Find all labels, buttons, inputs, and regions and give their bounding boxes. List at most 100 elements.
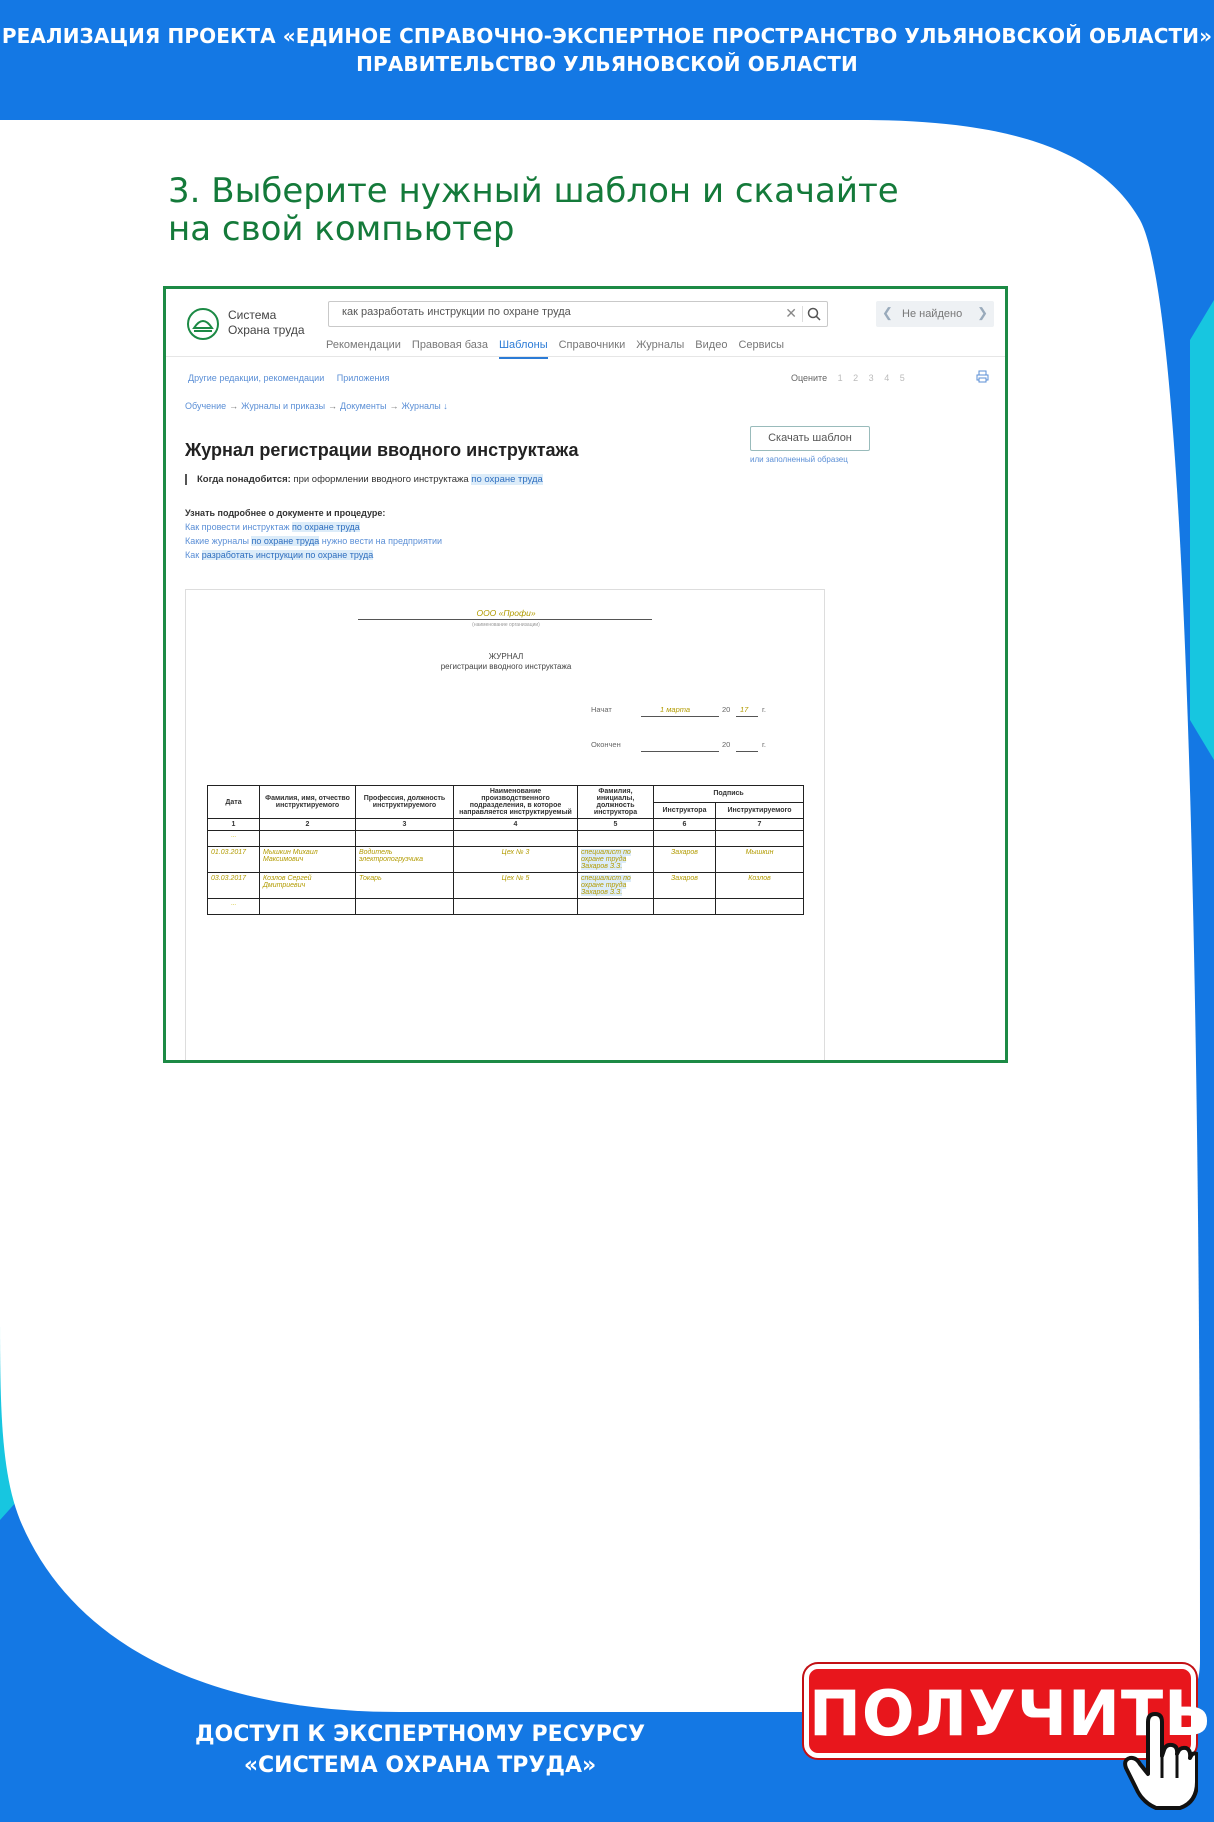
started-year-line	[736, 716, 758, 717]
rating-mark[interactable]: 4	[884, 373, 889, 383]
app-logo-line: Охрана труда	[228, 323, 305, 337]
ellipsis-cell: ...	[207, 898, 260, 915]
sub-nav-link-attachments[interactable]: Приложения	[337, 373, 390, 383]
table-cell: Цех № 5	[453, 872, 578, 899]
breadcrumb-separator: →	[328, 401, 338, 411]
nav-tab[interactable]: Правовая база	[412, 339, 488, 357]
breadcrumb-item[interactable]: Журналы ↓	[401, 401, 447, 411]
rating-mark[interactable]: 2	[853, 373, 858, 383]
table-cell: Козлов Сергей Дмитриевич	[259, 872, 356, 899]
footer-title: ДОСТУП К ЭКСПЕРТНОМУ РЕСУРСУ	[194, 1722, 646, 1747]
rating-mark[interactable]: 1	[838, 373, 843, 383]
document-preview: ООО «Профи» (наименование организации) Ж…	[185, 589, 826, 1060]
learn-more-link[interactable]: Как провести инструктаж по охране труда	[185, 520, 442, 534]
table-cell: специалист по охране труда Захаров З.З.	[577, 872, 654, 899]
column-number: 2	[259, 818, 356, 831]
org-name: ООО «Профи»	[476, 608, 536, 618]
table-cell: 03.03.2017	[207, 872, 260, 899]
download-template-button[interactable]: Скачать шаблон	[750, 426, 870, 451]
nav-tab[interactable]: Справочники	[559, 339, 626, 357]
started-year-prefix: 20	[722, 705, 731, 714]
search-box[interactable]: ✕	[328, 301, 828, 327]
journal-title-sub: регистрации вводного инструктажа	[440, 662, 572, 671]
nav-tab[interactable]: Видео	[695, 339, 727, 357]
when-needed-highlight: по охране труда	[471, 474, 543, 485]
breadcrumb-item[interactable]: Документы	[340, 401, 386, 411]
started-year-suffix: г.	[762, 705, 766, 714]
rating-mark[interactable]: 5	[900, 373, 905, 383]
table-cell: Мышкин	[714, 846, 805, 873]
org-underline	[358, 619, 652, 620]
breadcrumb-separator: →	[229, 401, 239, 411]
not-found-navigator: ❮ Не найдено ❯	[876, 301, 994, 327]
learn-more-link[interactable]: Какие журналы по охране труда нужно вест…	[185, 534, 442, 548]
document-title: Журнал регистрации вводного инструктажа	[185, 440, 579, 460]
rating-label: Оцените	[791, 373, 828, 383]
ellipsis-cell: ...	[207, 830, 260, 847]
table-cell: Водитель электропогрузчика	[355, 846, 454, 873]
footer-subtitle: «СИСТЕМА ОХРАНА ТРУДА»	[243, 1753, 597, 1778]
breadcrumb-item[interactable]: Обучение	[185, 401, 226, 411]
clear-search-icon[interactable]: ✕	[785, 305, 797, 322]
column-number: 5	[577, 818, 654, 831]
started-date: 1 марта	[660, 705, 691, 714]
rating-mark[interactable]: 3	[869, 373, 874, 383]
table-cell: Захаров	[653, 872, 716, 899]
sub-nav-link-editions[interactable]: Другие редакции, рекомендации	[188, 373, 324, 383]
journal-title-main: ЖУРНАЛ	[488, 652, 524, 661]
table-subheader: Инструктора	[653, 801, 716, 819]
table-row: 03.03.2017 Козлов Сергей Дмитриевич Токарь…	[207, 872, 805, 899]
chevron-right-icon[interactable]: ❯	[977, 305, 988, 321]
finished-year-line	[736, 751, 758, 752]
when-needed-text: при оформлении вводного инструктажа	[293, 474, 469, 485]
column-number: 4	[453, 818, 578, 831]
journal-title: ЖУРНАЛ регистрации вводного инструктажа	[186, 652, 826, 672]
when-needed-note: Когда понадобится: при оформлении вводно…	[185, 474, 543, 485]
not-found-label: Не найдено	[902, 308, 963, 320]
nav-tab[interactable]: Журналы	[636, 339, 684, 357]
app-screenshot: Система Охрана труда ✕ ❮ Не найдено ❯ Ре…	[163, 286, 1008, 1063]
journal-table: Дата Фамилия, имя, отчество инструктируе…	[207, 785, 805, 915]
learn-more-section: Узнать подробнее о документе и процедуре…	[185, 506, 442, 562]
print-icon[interactable]	[976, 370, 989, 383]
table-subheader: Инструктируемого	[714, 801, 805, 819]
table-cell: Токарь	[355, 872, 454, 899]
column-number: 6	[653, 818, 716, 831]
table-cell: Козлов	[714, 872, 805, 899]
nav-divider	[166, 356, 1005, 357]
table-header: Наименование производственного подраздел…	[453, 785, 578, 819]
nav-tab[interactable]: Рекомендации	[326, 339, 401, 357]
started-label: Начат	[591, 705, 612, 714]
table-cell: Мышкин Михаил Максимович	[259, 846, 356, 873]
table-header: Подпись	[652, 785, 805, 803]
rating-widget: Оцените 1 2 3 4 5	[791, 373, 905, 383]
banner-subtitle: ПРАВИТЕЛЬСТВО УЛЬЯНОВСКОЙ ОБЛАСТИ	[356, 52, 858, 76]
breadcrumb-separator: →	[389, 401, 399, 411]
started-date-line	[641, 716, 719, 717]
finished-label: Окончен	[591, 740, 621, 749]
nav-tab[interactable]: Сервисы	[738, 339, 784, 357]
table-header: Дата	[207, 785, 260, 819]
when-needed-label: Когда понадобится:	[197, 474, 291, 485]
finished-year-prefix: 20	[722, 740, 731, 749]
table-header: Фамилия, инициалы, должность инструктора	[577, 785, 654, 819]
search-divider	[802, 306, 803, 322]
search-input[interactable]	[342, 306, 742, 318]
banner-title: РЕАЛИЗАЦИЯ ПРОЕКТА «ЕДИНОЕ СПРАВОЧНО-ЭКС…	[1, 24, 1213, 48]
app-logo-icon	[187, 308, 219, 340]
table-cell: специалист по охране труда Захаров З.З.	[577, 846, 654, 873]
app-logo-line: Система	[228, 308, 277, 322]
finished-year-suffix: г.	[762, 740, 766, 749]
download-filled-sample-link[interactable]: или заполненный образец	[750, 455, 848, 464]
learn-more-title: Узнать подробнее о документе и процедуре…	[185, 508, 386, 518]
table-header: Фамилия, имя, отчество инструктируемого	[259, 785, 356, 819]
learn-more-link[interactable]: Как разработать инструкции по охране тру…	[185, 548, 442, 562]
sub-nav: Другие редакции, рекомендации Приложения	[188, 373, 399, 383]
table-cell: Цех № 3	[453, 846, 578, 873]
table-header: Профессия, должность инструктируемого	[355, 785, 454, 819]
chevron-left-icon[interactable]: ❮	[882, 305, 893, 321]
search-icon[interactable]	[807, 307, 821, 321]
table-cell: 01.03.2017	[207, 846, 260, 873]
breadcrumb-item[interactable]: Журналы и приказы	[241, 401, 325, 411]
finished-date-line	[641, 751, 719, 752]
